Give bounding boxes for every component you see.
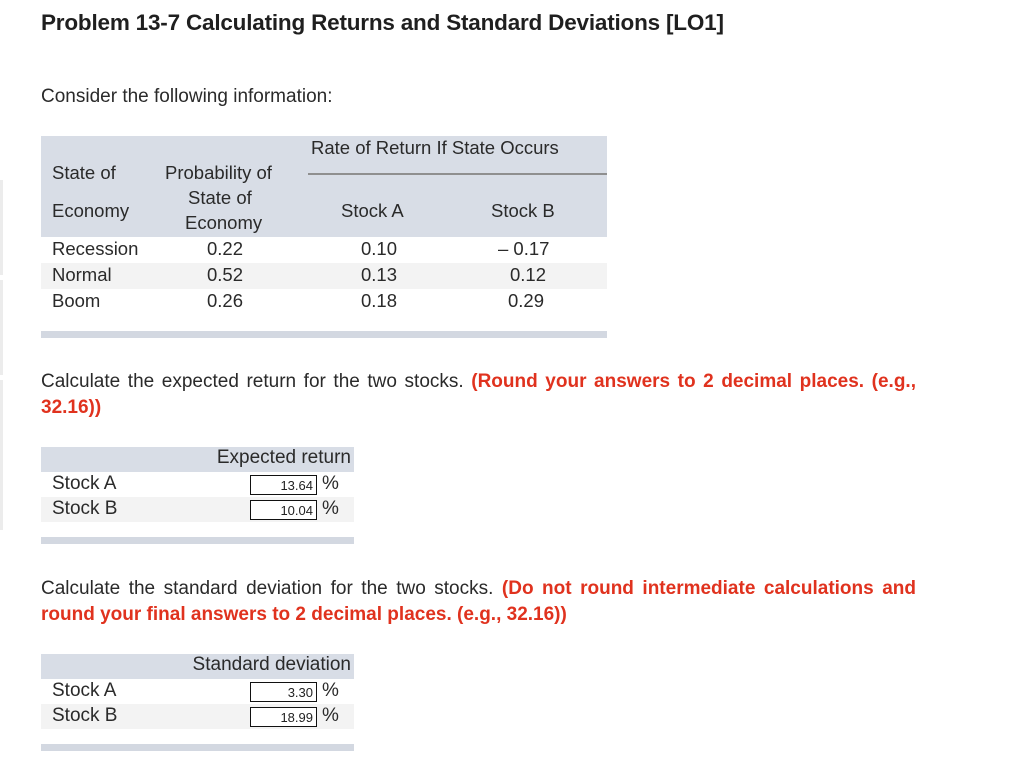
expected-return-stock-a-input[interactable] <box>250 475 317 495</box>
row-label: Stock A <box>52 680 117 701</box>
row-label: Stock A <box>52 473 117 494</box>
stock-a-cell: 0.13 <box>361 264 398 285</box>
row-label: Stock B <box>52 705 118 726</box>
stock-a-cell: 0.10 <box>361 238 398 259</box>
prob-cell: 0.26 <box>207 290 244 311</box>
col-prob-line2: State of <box>188 187 252 208</box>
group-header: Rate of Return If State Occurs <box>311 137 559 158</box>
intro-text: Consider the following information: <box>41 86 333 107</box>
state-cell: Boom <box>52 290 101 311</box>
table-bottom-bar <box>41 331 607 338</box>
prob-cell: 0.52 <box>207 264 244 285</box>
stock-a-cell: 0.18 <box>361 290 398 311</box>
col-prob-line1: Probability of <box>165 162 272 183</box>
answer-row-stock-a: Stock A % <box>41 472 354 497</box>
std-dev-stock-a-input[interactable] <box>250 682 317 702</box>
expected-return-header: Expected return <box>216 447 351 468</box>
answer-row-stock-a: Stock A % <box>41 679 354 704</box>
row-label: Stock B <box>52 498 118 519</box>
col-stock-a: Stock A <box>341 200 404 221</box>
question-1-text: Calculate the expected return for the tw… <box>41 371 464 392</box>
stock-b-cell: 0.12 <box>510 264 547 285</box>
info-table: Rate of Return If State Occurs State of … <box>41 136 607 338</box>
left-edge-mark <box>0 180 3 275</box>
col-stock-b: Stock B <box>491 200 555 221</box>
stock-b-cell: 0.29 <box>508 290 545 311</box>
col-state-line2: Economy <box>52 200 130 221</box>
header-rule <box>308 173 607 175</box>
standard-deviation-header: Standard deviation <box>192 654 351 675</box>
state-cell: Normal <box>52 264 112 285</box>
left-edge-mark <box>0 440 3 530</box>
std-dev-stock-b-input[interactable] <box>250 707 317 727</box>
question-2-instructions: Calculate the standard deviation for the… <box>41 576 916 628</box>
left-edge-mark <box>0 280 3 375</box>
percent-unit: % <box>322 680 339 701</box>
question-1-instructions: Calculate the expected return for the tw… <box>41 369 916 421</box>
answer-row-stock-b: Stock B % <box>41 704 354 729</box>
table-row: Boom 0.26 0.18 0.29 <box>41 289 607 315</box>
stock-b-cell: – 0.17 <box>498 238 550 259</box>
percent-unit: % <box>322 705 339 726</box>
col-state-line1: State of <box>52 162 116 183</box>
state-cell: Recession <box>52 238 139 259</box>
prob-cell: 0.22 <box>207 238 244 259</box>
info-table-header: Rate of Return If State Occurs State of … <box>41 136 607 237</box>
col-prob-line3: Economy <box>185 212 263 233</box>
table-row: Normal 0.52 0.13 0.12 <box>41 263 607 289</box>
percent-unit: % <box>322 473 339 494</box>
table-bottom-bar <box>41 744 354 751</box>
page-title: Problem 13-7 Calculating Returns and Sta… <box>41 10 724 35</box>
question-2-text: Calculate the standard deviation for the… <box>41 578 494 599</box>
table-row: Recession 0.22 0.10 – 0.17 <box>41 237 607 263</box>
table-bottom-bar <box>41 537 354 544</box>
expected-return-table: Expected return Stock A % Stock B % <box>41 447 354 544</box>
expected-return-stock-b-input[interactable] <box>250 500 317 520</box>
percent-unit: % <box>322 498 339 519</box>
answer-row-stock-b: Stock B % <box>41 497 354 522</box>
standard-deviation-table: Standard deviation Stock A % Stock B % <box>41 654 354 751</box>
